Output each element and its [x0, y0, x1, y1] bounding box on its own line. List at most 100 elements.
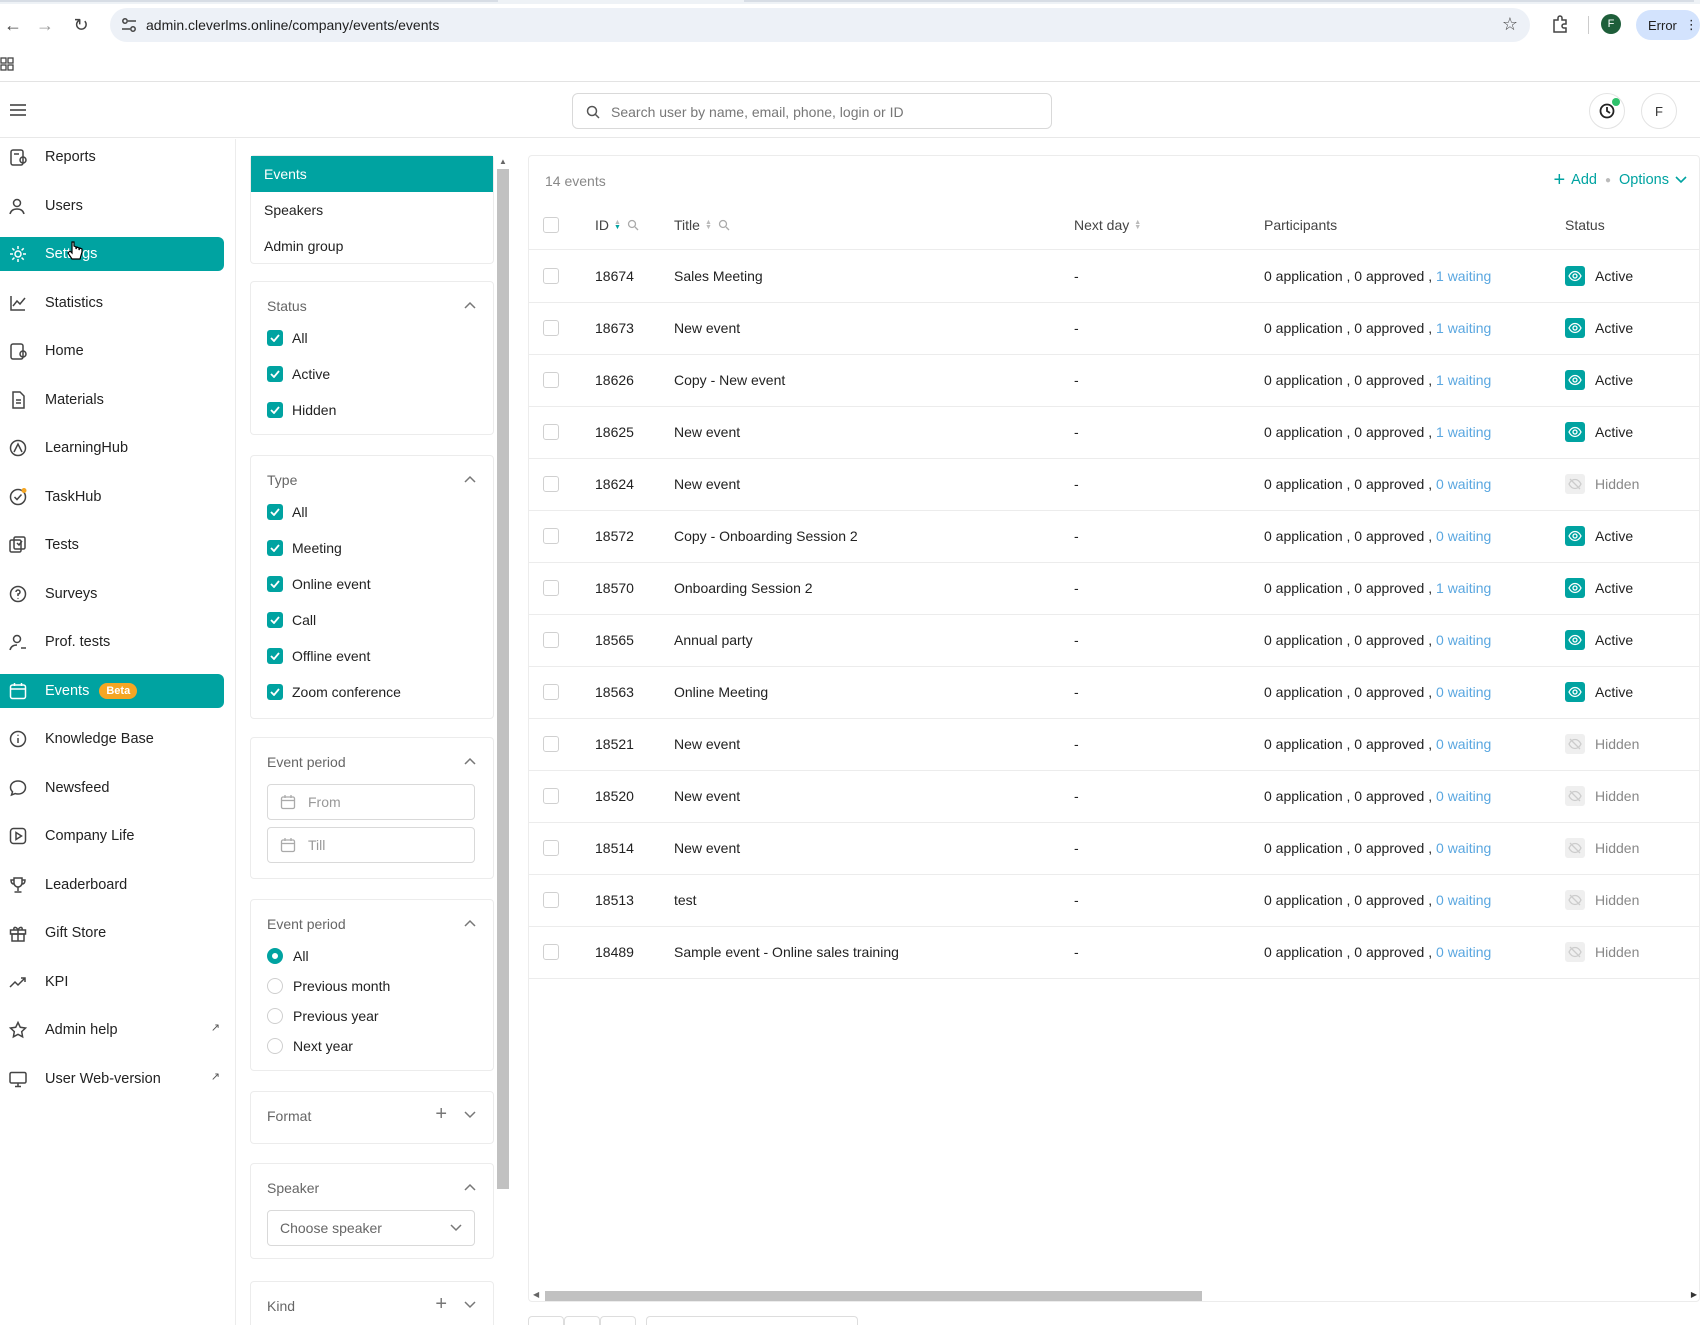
eye-icon[interactable] — [1565, 682, 1585, 702]
row-checkbox[interactable] — [543, 736, 559, 752]
radio-button[interactable] — [267, 978, 283, 994]
chevron-down-icon[interactable] — [463, 1300, 477, 1310]
event-title[interactable]: New event — [674, 320, 740, 336]
row-checkbox[interactable] — [543, 788, 559, 804]
table-row[interactable]: 18673 New event - 0 application , 0 approve… — [529, 303, 1699, 355]
event-title[interactable]: New event — [674, 736, 740, 752]
sidebar-item-users[interactable]: Users — [0, 189, 224, 223]
user-search-box[interactable] — [572, 93, 1052, 129]
sidebar-item-knowledge-base[interactable]: Knowledge Base — [0, 722, 224, 756]
eye-icon[interactable] — [1565, 370, 1585, 390]
event-title[interactable]: New event — [674, 840, 740, 856]
menu-hamburger-icon[interactable] — [8, 100, 28, 120]
table-horizontal-scrollbar[interactable]: ◀ ▶ — [529, 1287, 1699, 1301]
row-checkbox[interactable] — [543, 632, 559, 648]
table-row[interactable]: 18514 New event - 0 application , 0 approve… — [529, 823, 1699, 875]
radio-button[interactable] — [267, 1038, 283, 1054]
filter-option-meeting[interactable]: Meeting — [267, 538, 342, 558]
sidebar-item-leaderboard[interactable]: Leaderboard — [0, 868, 224, 902]
radio-button[interactable] — [267, 948, 283, 964]
eye-icon[interactable] — [1565, 318, 1585, 338]
waiting-link[interactable]: 0 waiting — [1436, 892, 1491, 908]
row-checkbox[interactable] — [543, 320, 559, 336]
eye-off-icon[interactable] — [1565, 734, 1585, 754]
plus-icon[interactable]: + — [1553, 170, 1565, 190]
eye-icon[interactable] — [1565, 266, 1585, 286]
filter-option-zoom-conference[interactable]: Zoom conference — [267, 682, 401, 702]
sort-icon[interactable]: ▲ ▼ — [1134, 219, 1141, 231]
reload-button[interactable]: ↻ — [68, 12, 94, 38]
eye-icon[interactable] — [1565, 630, 1585, 650]
event-title[interactable]: Copy - Onboarding Session 2 — [674, 528, 858, 544]
search-icon[interactable] — [718, 219, 730, 231]
plus-icon[interactable]: + — [435, 1104, 447, 1124]
sidebar-item-prof-tests[interactable]: Prof. tests — [0, 625, 224, 659]
table-row[interactable]: 18572 Copy - Onboarding Session 2 - 0 appli… — [529, 511, 1699, 563]
filter-option-all[interactable]: All — [267, 328, 308, 348]
waiting-link[interactable]: 0 waiting — [1436, 476, 1491, 492]
chevron-up-icon[interactable] — [463, 756, 477, 766]
table-row[interactable]: 18520 New event - 0 application , 0 approve… — [529, 771, 1699, 823]
filter-option-all[interactable]: All — [267, 502, 308, 522]
sidebar-item-user-web-version[interactable]: User Web-version ↗ — [0, 1062, 224, 1096]
chevron-up-icon[interactable] — [463, 918, 477, 928]
column-header-next-day[interactable]: Next day ▲ ▼ — [1074, 217, 1141, 233]
pagination-button[interactable] — [528, 1316, 564, 1325]
event-title[interactable]: Annual party — [674, 632, 753, 648]
checkbox-checked-icon[interactable] — [267, 576, 283, 592]
eye-icon[interactable] — [1565, 578, 1585, 598]
filter-option-call[interactable]: Call — [267, 610, 316, 630]
sidebar-item-reports[interactable]: Reports — [0, 140, 224, 174]
row-checkbox[interactable] — [543, 892, 559, 908]
column-header-id[interactable]: ID ▲ ▼ — [595, 217, 639, 233]
table-row[interactable]: 18563 Online Meeting - 0 application , 0 ap… — [529, 667, 1699, 719]
tab-events[interactable]: Events — [251, 156, 493, 192]
user-avatar[interactable]: F — [1641, 93, 1677, 129]
forward-button[interactable]: → — [32, 12, 58, 38]
eye-off-icon[interactable] — [1565, 942, 1585, 962]
waiting-link[interactable]: 0 waiting — [1436, 944, 1491, 960]
period-option-previous-year[interactable]: Previous year — [267, 1006, 379, 1026]
row-checkbox[interactable] — [543, 424, 559, 440]
sort-icon[interactable]: ▲ ▼ — [705, 219, 712, 231]
scrollbar-thumb[interactable] — [545, 1291, 1202, 1301]
scrollbar-thumb[interactable] — [497, 169, 509, 1189]
chevron-down-icon[interactable] — [1675, 176, 1687, 184]
scroll-left-arrow[interactable]: ◀ — [533, 1290, 539, 1299]
address-bar[interactable]: admin.cleverlms.online/company/events/ev… — [110, 8, 1530, 42]
sidebar-item-admin-help[interactable]: Admin help ↗ — [0, 1013, 224, 1047]
event-title[interactable]: Onboarding Session 2 — [674, 580, 813, 596]
column-header-title[interactable]: Title ▲ ▼ — [674, 217, 730, 233]
period-option-next-year[interactable]: Next year — [267, 1036, 353, 1056]
kind-filter[interactable]: Kind + — [250, 1281, 494, 1325]
checkbox-checked-icon[interactable] — [267, 684, 283, 700]
chevron-up-icon[interactable] — [463, 300, 477, 310]
table-row[interactable]: 18624 New event - 0 application , 0 approve… — [529, 459, 1699, 511]
bookmark-star-icon[interactable]: ☆ — [1502, 14, 1518, 35]
sidebar-item-events[interactable]: Events Beta — [0, 673, 224, 708]
search-icon[interactable] — [627, 219, 639, 231]
sidebar-item-taskhub[interactable]: TaskHub — [0, 480, 224, 514]
sidebar-item-learninghub[interactable]: LearningHub — [0, 431, 224, 465]
checkbox-checked-icon[interactable] — [267, 612, 283, 628]
checkbox-checked-icon[interactable] — [267, 504, 283, 520]
filter-option-hidden[interactable]: Hidden — [267, 400, 336, 420]
scroll-right-arrow[interactable]: ▶ — [1691, 1290, 1697, 1299]
speaker-select[interactable]: Choose speaker — [267, 1210, 475, 1246]
eye-off-icon[interactable] — [1565, 786, 1585, 806]
sidebar-item-company-life[interactable]: Company Life — [0, 819, 224, 853]
sidebar-item-statistics[interactable]: Statistics — [0, 286, 224, 320]
checkbox-checked-icon[interactable] — [267, 402, 283, 418]
browser-error-button[interactable]: Error ⋮ — [1636, 10, 1700, 40]
options-button[interactable]: Options — [1619, 172, 1669, 188]
row-checkbox[interactable] — [543, 580, 559, 596]
filters-scrollbar[interactable]: ▲ — [496, 155, 510, 1195]
date-till-input[interactable]: Till — [267, 827, 475, 863]
browser-profile-avatar[interactable]: F — [1601, 14, 1621, 34]
row-checkbox[interactable] — [543, 476, 559, 492]
sidebar-item-gift-store[interactable]: Gift Store — [0, 916, 224, 950]
page-size-select[interactable] — [646, 1316, 858, 1325]
row-checkbox[interactable] — [543, 372, 559, 388]
sort-icon[interactable]: ▲ ▼ — [614, 219, 621, 231]
event-title[interactable]: New event — [674, 424, 740, 440]
